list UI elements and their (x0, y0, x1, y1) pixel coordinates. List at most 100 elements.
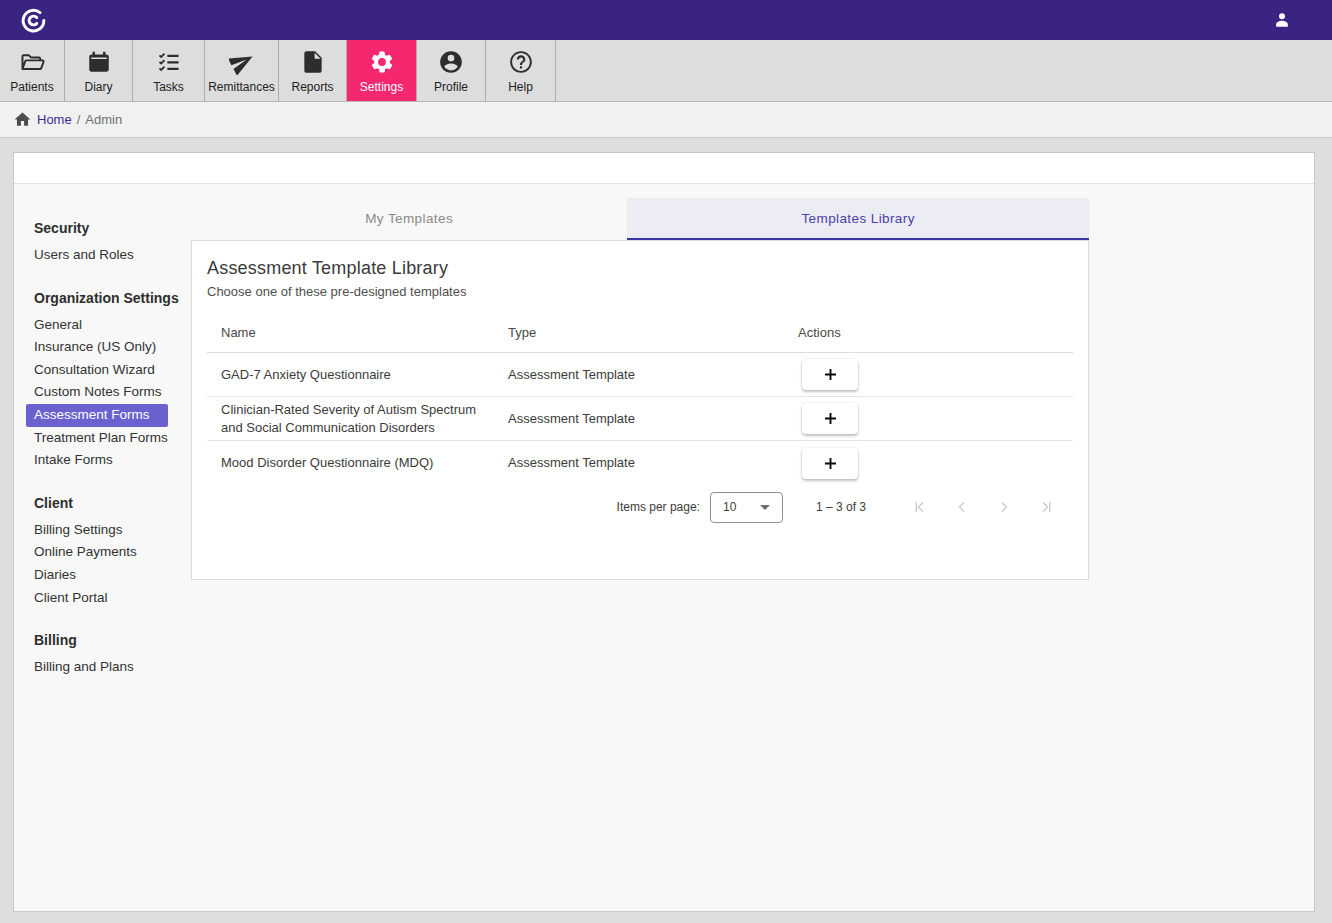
column-header-actions: Actions (784, 325, 1073, 340)
content-area: My TemplatesTemplates Library Assessment… (191, 184, 1089, 580)
toolbar-tab-tasks[interactable]: Tasks (133, 40, 205, 101)
sidebar-item-insurance-us-only-[interactable]: Insurance (US Only) (26, 336, 174, 359)
sidebar-item-general[interactable]: General (26, 314, 100, 337)
sidebar-group: Security Users and Roles (26, 218, 201, 267)
home-icon[interactable] (13, 110, 32, 129)
card-header-strip (14, 153, 1314, 184)
breadcrumb-home-link[interactable]: Home (37, 112, 72, 127)
document-icon (300, 49, 326, 75)
toolbar-tab-label: Patients (10, 80, 53, 94)
sidebar-item-diaries[interactable]: Diaries (26, 564, 94, 587)
help-circle-icon (508, 49, 534, 75)
app: Patients Diary Tasks Remittances Reports Sett… (0, 0, 1332, 912)
sidebar-group: Client Billing SettingsOnline PaymentsDia… (26, 493, 201, 609)
sidebar-item-assessment-forms[interactable]: Assessment Forms (26, 404, 168, 427)
app-logo-icon[interactable] (20, 7, 47, 34)
template-actions (784, 445, 1073, 482)
page: Security Users and Roles Organization Sett… (0, 138, 1332, 912)
topbar (0, 0, 1332, 40)
page-size-select[interactable]: 10 (710, 492, 783, 523)
sidebar-group-title: Billing (26, 630, 201, 650)
add-template-button[interactable] (802, 448, 858, 479)
sidebar-item-custom-notes-forms[interactable]: Custom Notes Forms (26, 381, 180, 404)
folder-open-icon (19, 49, 45, 75)
sidebar-item-intake-forms[interactable]: Intake Forms (26, 449, 131, 472)
checklist-icon (156, 49, 182, 75)
panel-title: Assessment Template Library (207, 256, 1073, 280)
template-type: Assessment Template (494, 451, 784, 475)
template-tabs: My TemplatesTemplates Library (191, 198, 1089, 240)
toolbar-tab-label: Profile (434, 80, 468, 94)
sidebar-item-billing-settings[interactable]: Billing Settings (26, 519, 141, 542)
template-name: Clinician-Rated Severity of Autism Spect… (207, 398, 494, 440)
toolbar: Patients Diary Tasks Remittances Reports Sett… (0, 40, 1332, 102)
paginator-range: 1 – 3 of 3 (816, 500, 866, 514)
toolbar-tab-label: Help (508, 80, 533, 94)
template-type: Assessment Template (494, 363, 784, 387)
calendar-icon (86, 49, 112, 75)
table-row: Clinician-Rated Severity of Autism Spect… (207, 397, 1073, 441)
toolbar-tab-help[interactable]: Help (486, 40, 556, 101)
table-body: GAD-7 Anxiety QuestionnaireAssessment Te… (207, 353, 1073, 485)
panel-subtitle: Choose one of these pre-designed templat… (207, 284, 1073, 300)
toolbar-tab-profile[interactable]: Profile (417, 40, 486, 101)
sidebar-group: Organization Settings GeneralInsurance (U… (26, 288, 201, 472)
plus-icon (821, 365, 840, 384)
tab-templates-library[interactable]: Templates Library (627, 198, 1089, 240)
sidebar-group-title: Organization Settings (26, 288, 201, 308)
toolbar-tab-label: Reports (291, 80, 333, 94)
paper-plane-icon (229, 49, 255, 75)
sidebar-group: Billing Billing and Plans (26, 630, 201, 679)
gear-icon (369, 49, 395, 75)
plus-icon (821, 409, 840, 428)
template-actions (784, 356, 1073, 393)
breadcrumb-current: Admin (85, 112, 122, 127)
items-per-page-label: Items per page: (617, 500, 700, 514)
toolbar-tab-patients[interactable]: Patients (0, 40, 65, 101)
last-page-icon[interactable] (1036, 497, 1056, 517)
card-body: Security Users and Roles Organization Sett… (14, 184, 1314, 911)
sidebar-item-client-portal[interactable]: Client Portal (26, 587, 126, 610)
toolbar-tab-remittances[interactable]: Remittances (205, 40, 279, 101)
toolbar-tab-label: Diary (84, 80, 112, 94)
add-template-button[interactable] (802, 403, 858, 434)
add-template-button[interactable] (802, 359, 858, 390)
sidebar-item-billing-and-plans[interactable]: Billing and Plans (26, 656, 152, 679)
first-page-icon[interactable] (910, 497, 930, 517)
paginator: Items per page: 10 1 – 3 of 3 (207, 485, 1073, 529)
column-header-name: Name (207, 325, 494, 340)
sidebar-group-title: Client (26, 493, 201, 513)
plus-icon (821, 454, 840, 473)
next-page-icon[interactable] (994, 497, 1014, 517)
templates-table: Name Type Actions GAD-7 Anxiety Question… (207, 312, 1073, 485)
template-actions (784, 400, 1073, 437)
table-header: Name Type Actions (207, 312, 1073, 353)
breadcrumb: Home / Admin (0, 102, 1332, 138)
settings-sidebar: Security Users and Roles Organization Sett… (26, 218, 201, 700)
previous-page-icon[interactable] (952, 497, 972, 517)
template-type: Assessment Template (494, 407, 784, 431)
chevron-down-icon (760, 505, 770, 510)
template-name: Mood Disorder Questionnaire (MDQ) (207, 451, 494, 475)
page-size-value: 10 (723, 500, 736, 514)
sidebar-group-title: Security (26, 218, 201, 238)
sidebar-item-treatment-plan-forms[interactable]: Treatment Plan Forms (26, 427, 186, 450)
breadcrumb-separator: / (77, 112, 81, 127)
sidebar-item-online-payments[interactable]: Online Payments (26, 541, 155, 564)
table-row: GAD-7 Anxiety QuestionnaireAssessment Te… (207, 353, 1073, 397)
admin-settings-card: Security Users and Roles Organization Sett… (13, 152, 1315, 912)
table-row: Mood Disorder Questionnaire (MDQ)Assessm… (207, 441, 1073, 485)
templates-library-panel: Assessment Template Library Choose one o… (191, 240, 1089, 580)
sidebar-item-users-and-roles[interactable]: Users and Roles (26, 244, 152, 267)
sidebar-item-consultation-wizard[interactable]: Consultation Wizard (26, 359, 173, 382)
tab-my-templates[interactable]: My Templates (191, 198, 627, 240)
column-header-type: Type (494, 325, 784, 340)
toolbar-tab-label: Tasks (153, 80, 184, 94)
user-avatar-icon[interactable] (1272, 10, 1292, 30)
toolbar-tab-reports[interactable]: Reports (279, 40, 347, 101)
toolbar-tab-label: Remittances (208, 80, 275, 94)
toolbar-tab-settings[interactable]: Settings (347, 40, 417, 101)
template-name: GAD-7 Anxiety Questionnaire (207, 363, 494, 387)
toolbar-tab-diary[interactable]: Diary (65, 40, 133, 101)
toolbar-tab-label: Settings (360, 80, 403, 94)
